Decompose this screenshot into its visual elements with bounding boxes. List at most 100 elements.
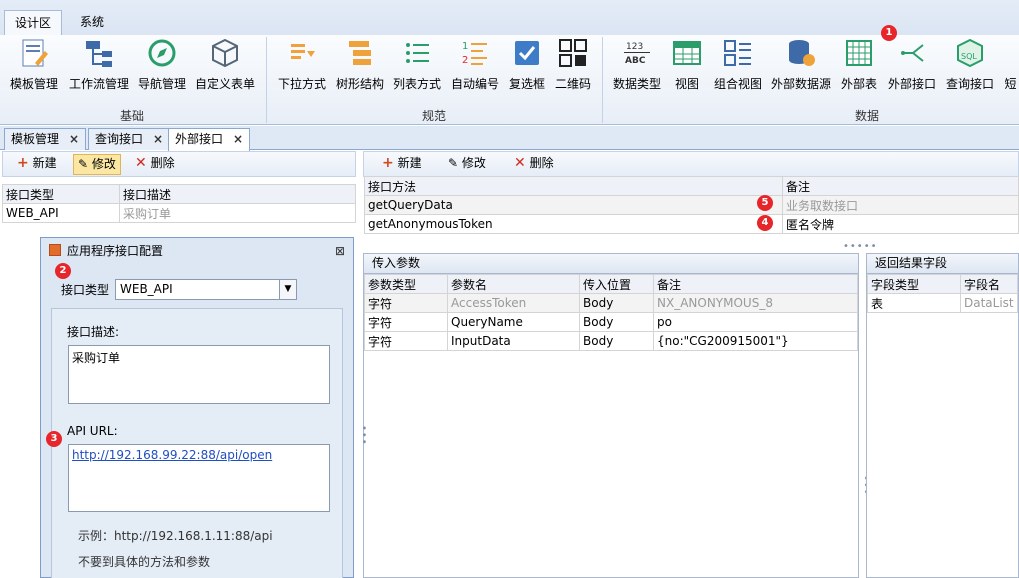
qrcode-button[interactable]: 二维码 (553, 37, 593, 92)
group-separator (266, 37, 267, 123)
query-interface-button[interactable]: SQL 查询接口 (944, 37, 996, 92)
new-button[interactable]: + 新建 (13, 154, 61, 175)
interface-desc-label: 接口描述: (67, 325, 120, 339)
svg-text:ABC: ABC (625, 56, 646, 66)
callout-badge-2: 2 (55, 263, 71, 279)
table-row[interactable]: getAnonymousToken 匿名令牌 (364, 214, 1019, 234)
delete-icon: ✕ (514, 155, 526, 171)
list-mode-button[interactable]: 列表方式 (391, 37, 443, 92)
table-cell: AccessToken (447, 293, 580, 313)
doc-tab-template-manage[interactable]: 模板管理 × (4, 128, 87, 150)
dialog-close-icon[interactable]: ⊠ (335, 244, 345, 258)
interface-type-select[interactable]: WEB_API ▼ (115, 279, 297, 300)
data-type-button[interactable]: 123 ABC 数据类型 (610, 37, 664, 92)
callout-badge-5: 5 (757, 195, 773, 211)
column-header[interactable]: 接口方法 (364, 176, 783, 196)
short-button[interactable]: 短 (1002, 37, 1019, 92)
tab-design[interactable]: 设计区 (4, 10, 63, 36)
template-manage-button[interactable]: 模板管理 (8, 37, 60, 92)
column-header[interactable]: 传入位置 (579, 274, 654, 294)
interface-type-label: 接口类型 (61, 283, 110, 297)
database-icon (789, 40, 815, 66)
column-header[interactable]: 字段名 (960, 274, 1018, 294)
external-table-button[interactable]: 外部表 (838, 37, 880, 92)
workflow-manage-button[interactable]: 工作流管理 (68, 37, 130, 92)
column-header[interactable]: 接口类型 (2, 184, 120, 204)
group-label-spec: 规范 (422, 109, 447, 123)
interface-desc-textarea[interactable]: 采购订单 (68, 345, 330, 404)
view-button[interactable]: 视图 (670, 37, 704, 92)
tree-structure-label: 树形结构 (335, 77, 384, 91)
external-datasource-button[interactable]: 外部数据源 (770, 37, 832, 92)
table-cell: 匿名令牌 (782, 214, 1019, 234)
numbered-list-icon: 12 (462, 41, 487, 66)
external-table-label: 外部表 (840, 77, 877, 91)
column-header[interactable]: 参数名 (447, 274, 580, 294)
list-mode-label: 列表方式 (392, 77, 441, 91)
app-window-icon (49, 244, 61, 256)
table-row[interactable]: 字符 InputData Body {no:"CG200915001"} (364, 331, 858, 351)
column-header[interactable]: 备注 (782, 176, 1019, 196)
table-row[interactable]: getQueryData 业务取数接口 (364, 195, 1019, 215)
table-row[interactable]: 表 DataList (867, 293, 1018, 313)
edit-button[interactable]: ✎ 修改 (73, 154, 121, 175)
branch-icon (901, 44, 924, 62)
left-toolbar: + 新建 ✎ 修改 ✕ 删除 (2, 151, 356, 177)
abc-123-icon: 123 ABC (624, 42, 650, 66)
query-interface-label: 查询接口 (945, 77, 994, 91)
table-cell: 表 (867, 293, 961, 313)
delete-icon: ✕ (135, 155, 147, 171)
dialog-title: 应用程序接口配置 (41, 238, 353, 264)
close-icon[interactable]: × (69, 132, 79, 146)
vertical-splitter[interactable]: ••• (358, 425, 369, 446)
interface-type-value: WEB_API (120, 282, 173, 296)
doc-tab-external-interface[interactable]: 外部接口 × (168, 128, 251, 151)
interface-type-grid: 接口类型 接口描述 WEB_API 采购订单 (2, 184, 356, 223)
short-label: 短 (1004, 77, 1017, 91)
custom-form-button[interactable]: 自定义表单 (194, 37, 256, 92)
tree-structure-button[interactable]: 树形结构 (334, 37, 386, 92)
close-icon[interactable]: × (153, 132, 163, 146)
column-header[interactable]: 参数类型 (364, 274, 448, 294)
dropdown-mode-button[interactable]: 下拉方式 (276, 37, 328, 92)
api-url-link[interactable]: http://192.168.99.22:88/api/open (72, 448, 272, 462)
table-cell: NX_ANONYMOUS_8 (653, 293, 858, 313)
svg-text:123: 123 (626, 42, 643, 52)
new-button[interactable]: + 新建 (378, 154, 426, 175)
result-fields-panel: 返回结果字段 字段类型 字段名 表 DataList (866, 253, 1019, 578)
table-cell: WEB_API (2, 203, 120, 223)
truncated-icon (1002, 37, 1019, 69)
table-row[interactable]: 字符 AccessToken Body NX_ANONYMOUS_8 (364, 293, 858, 313)
horizontal-splitter[interactable]: ••••• (843, 241, 878, 252)
external-interface-button[interactable]: 外部接口 (884, 37, 940, 92)
close-icon[interactable]: × (233, 132, 243, 146)
column-header[interactable]: 字段类型 (867, 274, 961, 294)
tab-system[interactable]: 系统 (70, 10, 114, 36)
delete-button[interactable]: ✕ 删除 (131, 154, 179, 175)
column-header[interactable]: 备注 (653, 274, 858, 294)
interface-methods-grid: 接口方法 备注 getQueryData 业务取数接口 getAnonymous… (364, 176, 1019, 234)
auto-number-button[interactable]: 12 自动编号 (449, 37, 501, 92)
doc-tab-label: 外部接口 (175, 132, 224, 146)
input-params-grid: 参数类型 参数名 传入位置 备注 字符 AccessToken Body NX_… (364, 274, 858, 351)
delete-button[interactable]: ✕ 删除 (510, 154, 558, 175)
edit-button[interactable]: ✎ 修改 (444, 154, 490, 175)
callout-badge-3: 3 (46, 431, 62, 447)
table-row[interactable]: 字符 QueryName Body po (364, 312, 858, 332)
checkbox-button[interactable]: 复选框 (507, 37, 547, 92)
table-cell: QueryName (447, 312, 580, 332)
api-url-textarea[interactable]: http://192.168.99.22:88/api/open (68, 444, 330, 512)
workflow-icon (86, 41, 112, 67)
chevron-down-icon[interactable]: ▼ (279, 279, 297, 300)
nav-manage-button[interactable]: 导航管理 (136, 37, 188, 92)
checkbox-icon (515, 41, 539, 65)
group-separator (602, 37, 603, 123)
doc-tab-query-interface[interactable]: 查询接口 × (88, 128, 171, 150)
group-label-basic: 基础 (120, 109, 145, 123)
checkbox-label: 复选框 (508, 77, 545, 91)
table-row[interactable]: WEB_API 采购订单 (2, 203, 356, 223)
table-cell: 采购订单 (119, 203, 356, 223)
column-header[interactable]: 接口描述 (119, 184, 356, 204)
combined-view-button[interactable]: 组合视图 (712, 37, 764, 92)
ribbon-tab-strip: 设计区 系统 (0, 0, 1019, 36)
